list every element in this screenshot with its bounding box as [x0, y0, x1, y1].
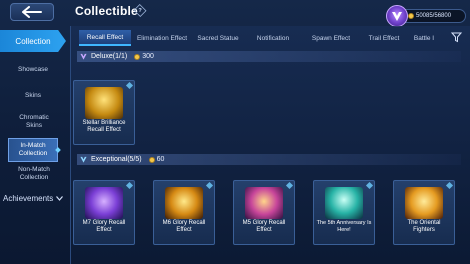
sidebar-achievements-label: Achievements — [3, 194, 54, 203]
card-label: M5 Glory Recall Effect — [242, 220, 286, 233]
card-label: Stellar Brilliance Recall Effect — [82, 120, 126, 133]
fifth-anniversary-art — [325, 187, 363, 219]
currency-value: 50085/56800 — [416, 13, 452, 19]
m7-glory-art — [85, 187, 123, 219]
sidebar-item-skins[interactable]: Skins — [0, 92, 66, 100]
corner-marker-icon — [125, 181, 134, 190]
card-label: M6 Glory Recall Effect — [162, 220, 206, 233]
section-exceptional-title: Exceptional(5/5) — [91, 156, 142, 163]
chevron-down-icon — [56, 196, 64, 201]
coin-icon — [408, 13, 414, 19]
sidebar-collection[interactable]: Collection — [0, 30, 66, 52]
page-title: Collectible — [75, 4, 138, 18]
card-label: M7 Glory Recall Effect — [82, 220, 126, 233]
sidebar-collection-label: Collection — [15, 36, 51, 46]
corner-marker-icon — [365, 181, 374, 190]
tab-battle[interactable]: Battle I — [409, 30, 439, 46]
tab-notification[interactable]: Notification — [243, 30, 303, 46]
stellar-brilliance-art — [85, 87, 123, 119]
corner-marker-icon — [205, 181, 214, 190]
exceptional-rank-icon — [80, 156, 87, 163]
card-label: The Oriental Fighters — [407, 220, 441, 233]
corner-marker-icon — [445, 181, 454, 190]
tab-elimination-effect[interactable]: Elimination Effect — [131, 30, 193, 46]
tab-trail-effect[interactable]: Trail Effect — [359, 30, 409, 46]
collection-card[interactable]: M6 Glory Recall Effect — [153, 180, 215, 245]
m6-glory-art — [165, 187, 203, 219]
back-button[interactable] — [10, 3, 54, 21]
section-deluxe-title: Deluxe(1/1) — [91, 53, 128, 60]
tab-recall-effect[interactable]: Recall Effect — [79, 30, 131, 46]
section-deluxe-header: Deluxe(1/1) 300 — [77, 51, 461, 62]
sidebar-item-showcase[interactable]: Showcase — [0, 66, 66, 74]
rank-badge-icon — [386, 5, 408, 27]
m5-glory-art — [245, 187, 283, 219]
content-panel: Recall Effect Elimination Effect Sacred … — [70, 26, 470, 264]
tab-sacred-statue[interactable]: Sacred Statue — [193, 30, 243, 46]
tab-spawn-effect[interactable]: Spawn Effect — [303, 30, 359, 46]
corner-marker-icon — [125, 81, 134, 90]
filter-icon[interactable] — [450, 31, 462, 43]
section-deluxe-points-value: 300 — [142, 53, 154, 60]
collectible-screen: Collectible ? 50085/56800 Collection Sho… — [0, 0, 470, 264]
section-exceptional-points-value: 60 — [156, 156, 165, 163]
tab-bar: Recall Effect Elimination Effect Sacred … — [79, 30, 439, 46]
collection-card[interactable]: The 5th Anniversary Is Here! — [313, 180, 375, 245]
section-exceptional-points: 60 — [148, 156, 165, 163]
collection-card[interactable]: The Oriental Fighters — [393, 180, 455, 245]
coin-icon — [148, 156, 155, 163]
corner-marker-icon — [285, 181, 294, 190]
sidebar: Collection Showcase Skins Chromatic Skin… — [0, 28, 68, 264]
collection-card[interactable]: M7 Glory Recall Effect — [73, 180, 135, 245]
sidebar-item-chromatic-skins[interactable]: Chromatic Skins — [12, 114, 56, 130]
coin-icon — [134, 53, 141, 60]
section-deluxe-points: 300 — [134, 53, 154, 60]
deluxe-rank-icon — [80, 53, 87, 60]
collection-card[interactable]: Stellar Brilliance Recall Effect — [73, 80, 135, 145]
sidebar-item-non-match-collection[interactable]: Non-Match Collection — [12, 166, 56, 182]
back-arrow-icon — [22, 6, 42, 18]
section-exceptional-header: Exceptional(5/5) 60 — [77, 154, 461, 165]
oriental-fighters-art — [405, 187, 443, 219]
sidebar-item-in-match-collection[interactable]: In-Match Collection — [8, 138, 58, 162]
sidebar-item-achievements[interactable]: Achievements — [3, 194, 64, 203]
collection-card[interactable]: M5 Glory Recall Effect — [233, 180, 295, 245]
card-label: The 5th Anniversary Is Here! — [316, 220, 372, 233]
